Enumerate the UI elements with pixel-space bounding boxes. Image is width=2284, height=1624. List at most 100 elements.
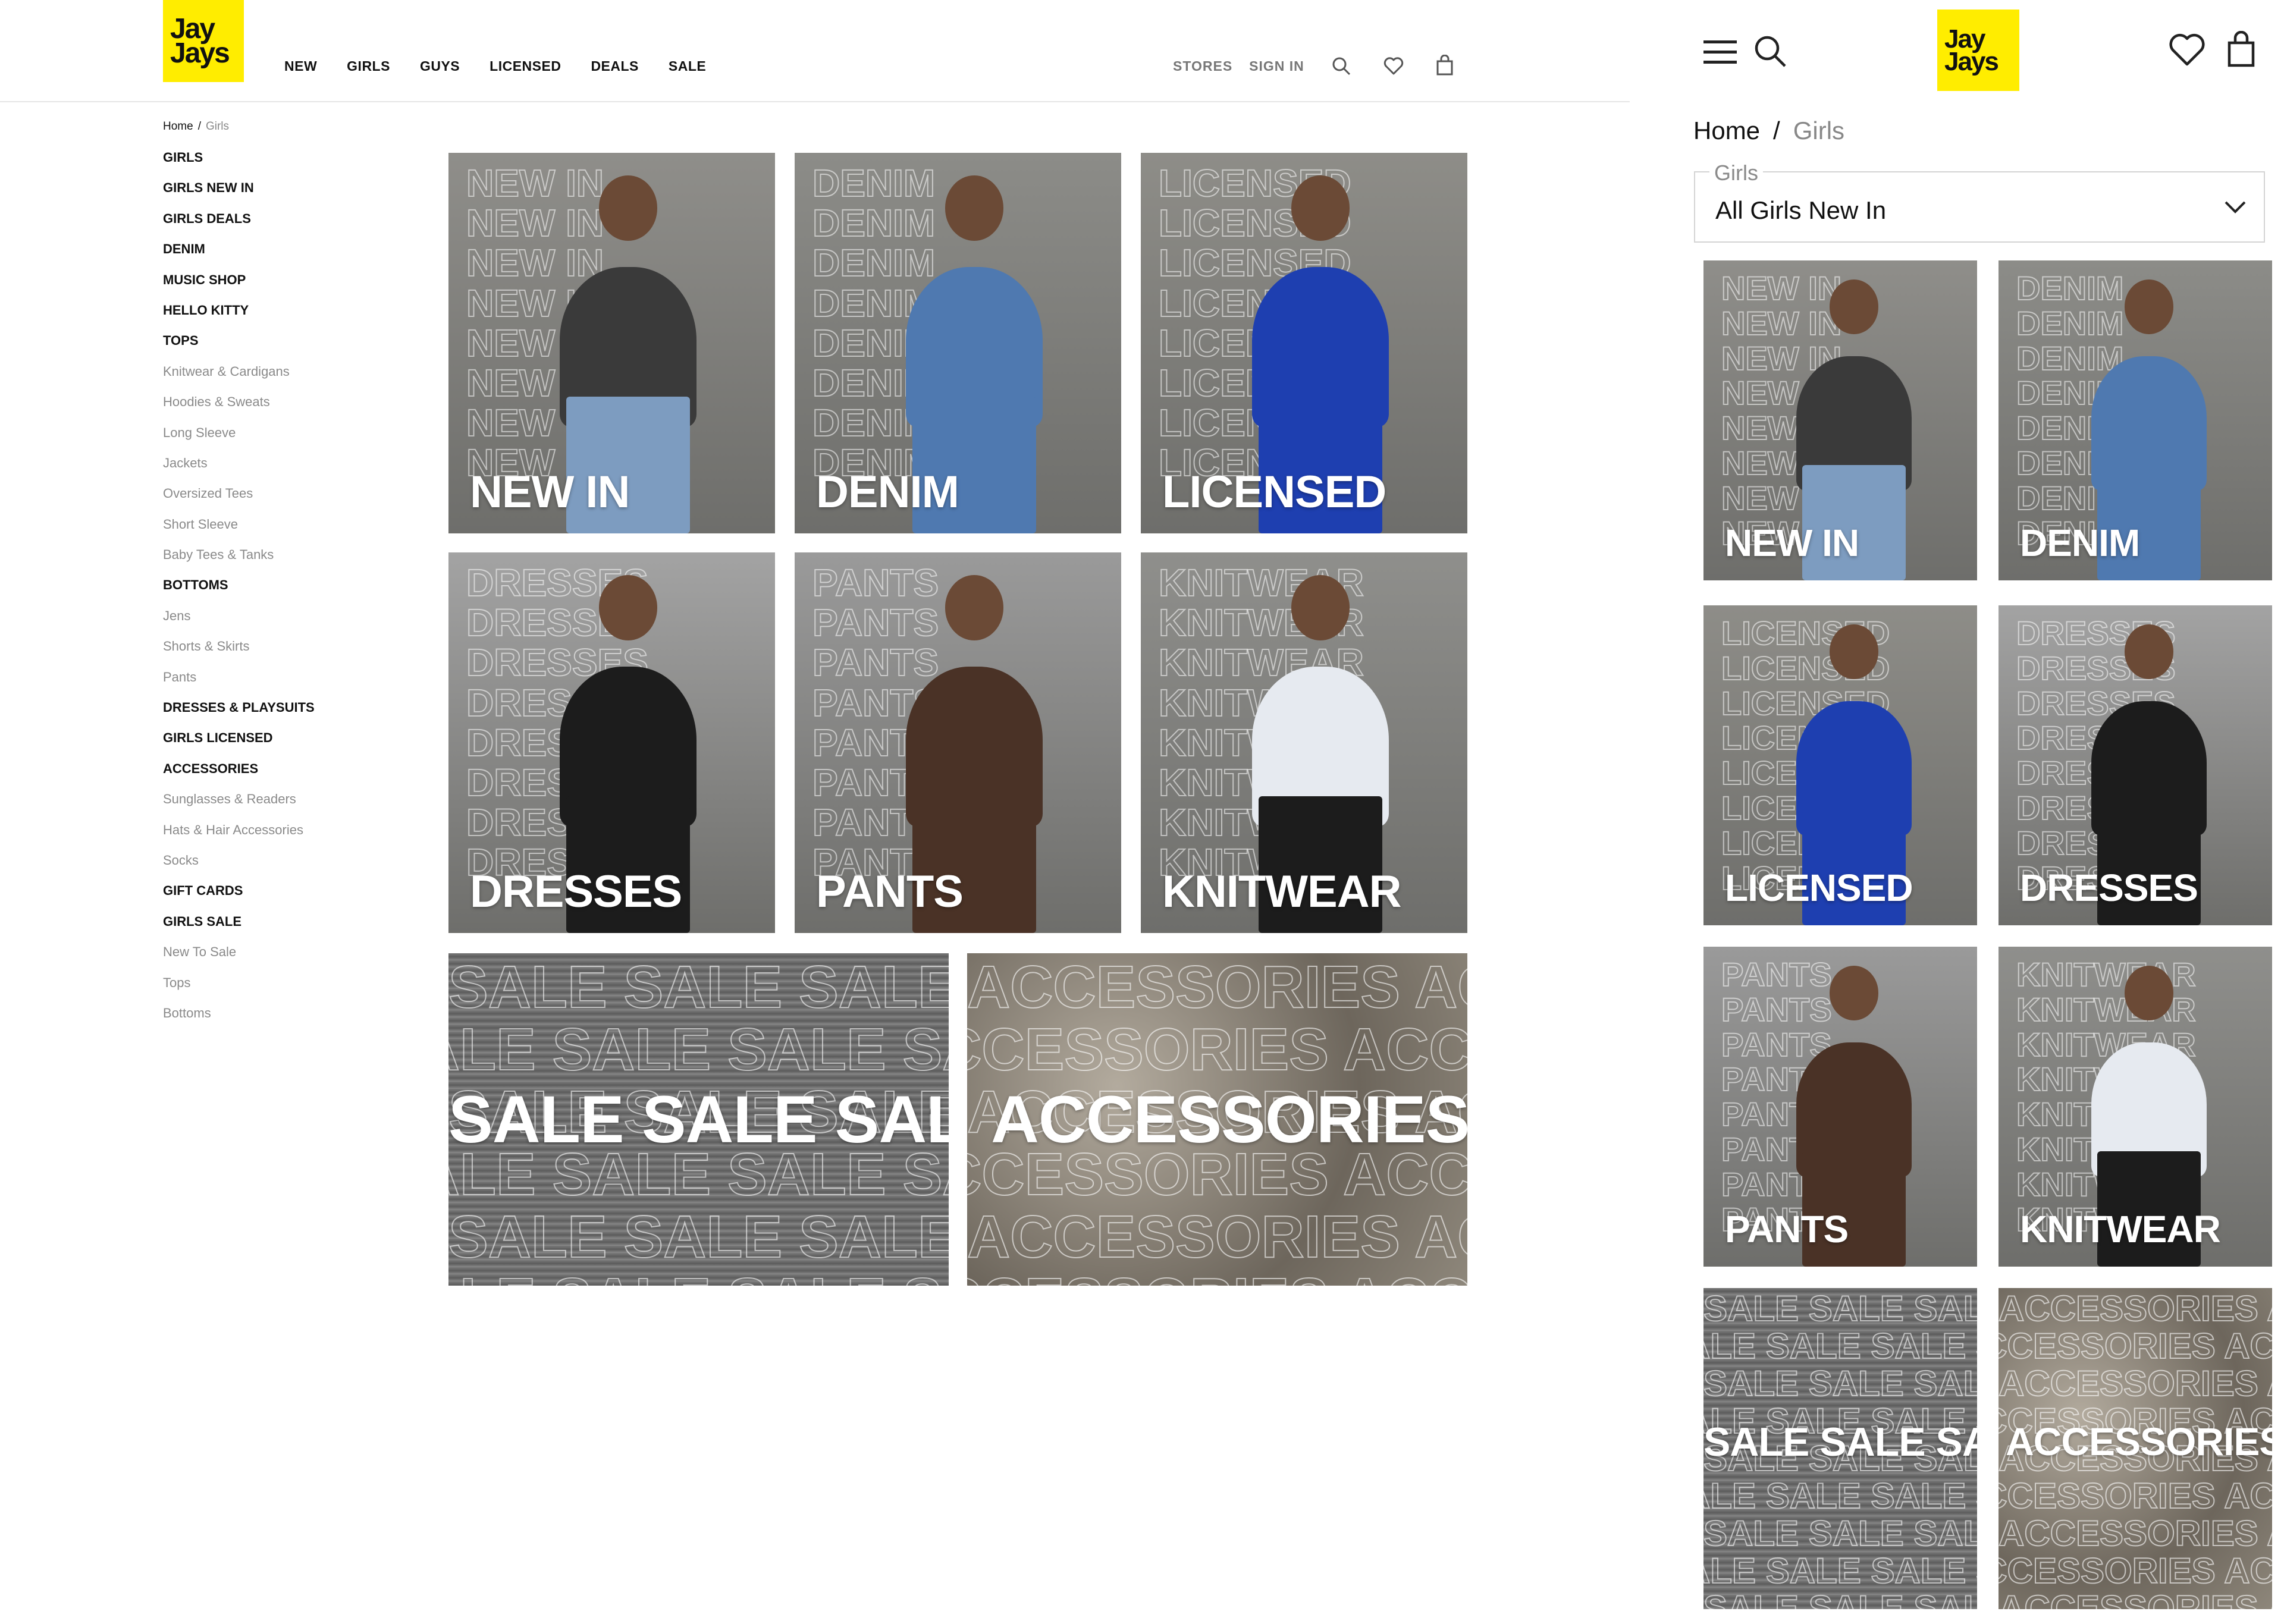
sidebar-item[interactable]: Knitwear & Cardigans bbox=[163, 363, 377, 393]
category-tile[interactable]: KNITWEAR KNITWEAR KNITWEAR KNITWEAR KNIT… bbox=[1999, 947, 2272, 1267]
tile-pattern: ACCESSORIES ACCESSORIES ACCESSORIES ACCE… bbox=[967, 1203, 1467, 1271]
sidebar-item[interactable]: HELLO KITTY bbox=[163, 301, 377, 332]
sidebar-item[interactable]: Sunglasses & Readers bbox=[163, 790, 377, 821]
nav-new[interactable]: NEW bbox=[284, 58, 317, 74]
sidebar-item[interactable]: GIRLS DEALS bbox=[163, 210, 377, 240]
category-select-label: Girls bbox=[1709, 161, 1763, 186]
category-tile[interactable]: LICENSED LICENSED LICENSED LICENSED LICE… bbox=[1141, 153, 1467, 533]
category-select[interactable]: Girls All Girls New In bbox=[1694, 161, 2265, 243]
brand-logo[interactable]: Jay Jays bbox=[1937, 10, 2019, 91]
breadcrumb-current: Girls bbox=[1793, 117, 1845, 145]
model-head bbox=[1829, 279, 1879, 335]
category-tile[interactable]: PANTS PANTS PANTS PANTS PANTS PANTS PANT… bbox=[795, 552, 1121, 933]
category-tile[interactable]: NEW IN NEW IN NEW IN NEW IN NEW IN NEW I… bbox=[1703, 260, 1977, 580]
sidebar-item[interactable]: New To Sale bbox=[163, 943, 377, 973]
tile-pattern: SALE SALE SALE SALE SALE SALE SALE SALE bbox=[1703, 1325, 1977, 1367]
nav-girls[interactable]: GIRLS bbox=[347, 58, 390, 74]
tile-pattern: SALE SALE SALE SALE SALE SALE SALE SALE bbox=[448, 1265, 949, 1286]
sidebar-item[interactable]: Jens bbox=[163, 607, 377, 637]
nav-guys[interactable]: GUYS bbox=[420, 58, 460, 74]
sidebar-item[interactable]: Short Sleeve bbox=[163, 516, 377, 546]
sign-in-link[interactable]: SIGN IN bbox=[1249, 58, 1304, 74]
tile-label: SALE SALE SALE bbox=[448, 1082, 949, 1157]
bag-icon[interactable] bbox=[2227, 31, 2255, 68]
tile-label: LICENSED bbox=[1162, 467, 1386, 517]
desktop-view: Jay Jays NEW GIRLS GUYS LICENSED DEALS S… bbox=[0, 0, 1630, 1624]
tile-pattern: ACCESSORIES ACCESSORIES ACCESSORIES ACCE… bbox=[1999, 1550, 2272, 1591]
tile-pattern: ACCESSORIES ACCESSORIES ACCESSORIES ACCE… bbox=[967, 1265, 1467, 1286]
sidebar-item[interactable]: GIRLS bbox=[163, 149, 377, 179]
sale-tile[interactable]: SALE SALE SALE SALE SALE SALE SALE SALES… bbox=[1703, 1288, 1977, 1609]
breadcrumb-current: Girls bbox=[205, 120, 230, 133]
sidebar-item[interactable]: Hats & Hair Accessories bbox=[163, 821, 377, 852]
site-header: Jay Jays NEW GIRLS GUYS LICENSED DEALS S… bbox=[0, 0, 1630, 102]
chevron-down-icon bbox=[2225, 201, 2246, 214]
sidebar-item[interactable]: TOPS bbox=[163, 332, 377, 362]
model-head bbox=[2124, 624, 2174, 680]
category-sidebar: GIRLS GIRLS NEW IN GIRLS DEALS DENIM MUSIC S… bbox=[163, 149, 377, 1035]
sidebar-item[interactable]: Jackets bbox=[163, 454, 377, 485]
tile-pattern: SALE SALE SALE SALE SALE SALE SALE SALE bbox=[1703, 1288, 1977, 1329]
model-head bbox=[1291, 575, 1350, 641]
breadcrumb-home[interactable]: Home bbox=[163, 120, 193, 133]
tile-label: DRESSES bbox=[470, 866, 682, 917]
sidebar-item[interactable]: GIRLS LICENSED bbox=[163, 729, 377, 759]
bag-icon[interactable] bbox=[1436, 55, 1454, 76]
sidebar-item[interactable]: DRESSES & PLAYSUITS bbox=[163, 699, 377, 729]
sidebar-item[interactable]: Tops bbox=[163, 974, 377, 1004]
logo-line-2: Jays bbox=[1944, 46, 1999, 76]
sidebar-item[interactable]: DENIM bbox=[163, 240, 377, 271]
sidebar-item[interactable]: MUSIC SHOP bbox=[163, 271, 377, 301]
logo-line-2: Jays bbox=[170, 37, 230, 69]
tile-pattern: ACCESSORIES ACCESSORIES ACCESSORIES ACCE… bbox=[967, 1016, 1467, 1083]
model-head bbox=[1829, 966, 1879, 1021]
sidebar-item[interactable]: ACCESSORIES bbox=[163, 760, 377, 790]
sidebar-item[interactable]: Baby Tees & Tanks bbox=[163, 546, 377, 576]
model-head bbox=[945, 175, 1004, 241]
sidebar-item[interactable]: Long Sleeve bbox=[163, 424, 377, 454]
sidebar-item[interactable]: GIRLS SALE bbox=[163, 913, 377, 943]
sidebar-item[interactable]: Shorts & Skirts bbox=[163, 637, 377, 668]
search-icon[interactable] bbox=[1752, 33, 1788, 69]
category-tile[interactable]: PANTS PANTS PANTS PANTS PANTS PANTS PANT… bbox=[1703, 947, 1977, 1267]
category-tile[interactable]: DRESSES DRESSES DRESSES DRESSES DRESSES … bbox=[448, 552, 775, 933]
category-tile[interactable]: DENIM DENIM DENIM DENIM DENIM DENIM DENI… bbox=[1999, 260, 2272, 580]
category-tile[interactable]: KNITWEAR KNITWEAR KNITWEAR KNITWEAR KNIT… bbox=[1141, 552, 1467, 933]
tile-label: PANTS bbox=[1725, 1208, 1849, 1251]
sidebar-item[interactable]: GIFT CARDS bbox=[163, 882, 377, 912]
category-tile[interactable]: NEW IN NEW IN NEW IN NEW IN NEW IN NEW I… bbox=[448, 153, 775, 533]
tile-label: KNITWEAR bbox=[1162, 866, 1402, 917]
heart-icon[interactable] bbox=[2169, 33, 2205, 67]
brand-logo[interactable]: Jay Jays bbox=[163, 0, 244, 82]
sidebar-item[interactable]: Bottoms bbox=[163, 1004, 377, 1035]
search-icon[interactable] bbox=[1331, 56, 1351, 76]
tile-label: ACCESSORIES bbox=[991, 1082, 1467, 1157]
mobile-view: Jay Jays Home / Girls Girls All Girls New … bbox=[1630, 0, 2284, 1624]
menu-icon[interactable] bbox=[1703, 40, 1737, 64]
nav-deals[interactable]: DEALS bbox=[591, 58, 638, 74]
category-tile[interactable]: DRESSES DRESSES DRESSES DRESSES DRESSES … bbox=[1999, 605, 2272, 925]
tile-pattern: SALE SALE SALE SALE SALE SALE SALE SALE bbox=[1703, 1588, 1977, 1609]
sidebar-item[interactable]: BOTTOMS bbox=[163, 576, 377, 607]
category-tile[interactable]: DENIM DENIM DENIM DENIM DENIM DENIM DENI… bbox=[795, 153, 1121, 533]
sidebar-item[interactable]: Socks bbox=[163, 852, 377, 882]
nav-sale[interactable]: SALE bbox=[669, 58, 706, 74]
category-tile[interactable]: LICENSED LICENSED LICENSED LICENSED LICE… bbox=[1703, 605, 1977, 925]
tile-label: NEW IN bbox=[1725, 522, 1859, 564]
sidebar-item[interactable]: Hoodies & Sweats bbox=[163, 393, 377, 423]
sidebar-item[interactable]: GIRLS NEW IN bbox=[163, 179, 377, 209]
accessories-tile[interactable]: ACCESSORIES ACCESSORIES ACCESSORIES ACCE… bbox=[1999, 1288, 2272, 1609]
nav-licensed[interactable]: LICENSED bbox=[490, 58, 561, 74]
model-head bbox=[1291, 175, 1350, 241]
sidebar-item[interactable]: Pants bbox=[163, 668, 377, 699]
accessories-tile[interactable]: ACCESSORIES ACCESSORIES ACCESSORIES ACCE… bbox=[967, 953, 1467, 1286]
sale-tile[interactable]: SALE SALE SALE SALE SALE SALE SALE SALE S… bbox=[448, 953, 949, 1286]
tile-label: LICENSED bbox=[1725, 866, 1913, 909]
tile-pattern: ACCESSORIES ACCESSORIES ACCESSORIES ACCE… bbox=[967, 953, 1467, 1021]
model-head bbox=[945, 575, 1004, 641]
heart-icon[interactable] bbox=[1383, 57, 1404, 75]
breadcrumb-home[interactable]: Home bbox=[1693, 117, 1760, 145]
stores-link[interactable]: STORES bbox=[1173, 58, 1232, 74]
sidebar-item[interactable]: Oversized Tees bbox=[163, 485, 377, 515]
tile-pattern: ACCESSORIES ACCESSORIES ACCESSORIES ACCE… bbox=[1999, 1288, 2272, 1329]
